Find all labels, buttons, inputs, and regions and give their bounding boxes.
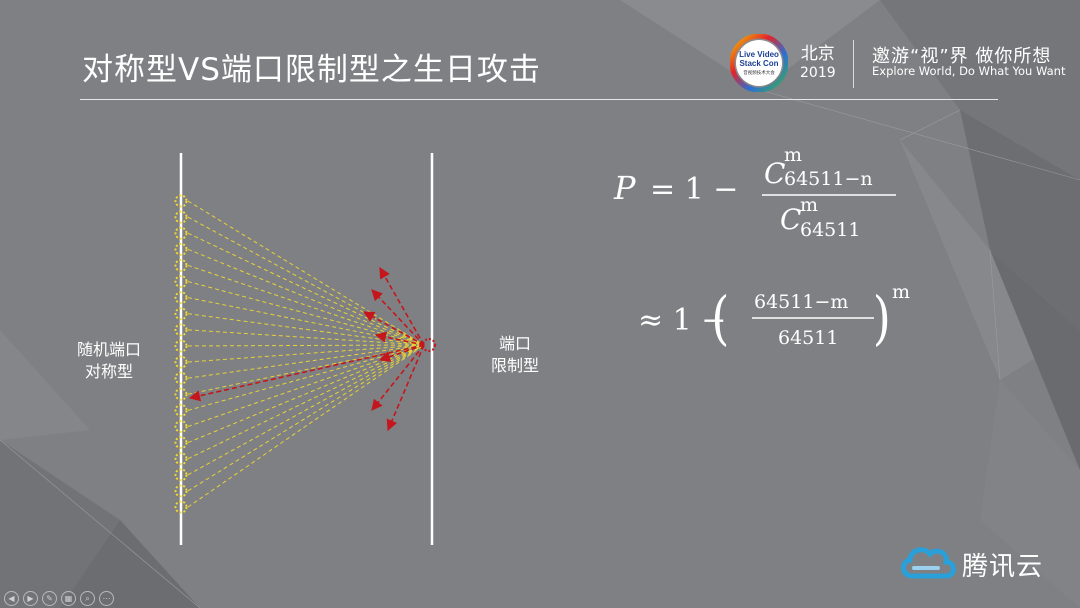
probe-line	[187, 343, 425, 379]
formula-num-sub: 64511−n	[784, 168, 873, 190]
pen-icon[interactable]: ✎	[42, 591, 57, 606]
next-icon[interactable]: ▶	[23, 591, 38, 606]
probe-line	[187, 281, 425, 347]
symmetric-label: 随机端口 对称型	[64, 339, 154, 383]
symmetric-label-line2: 对称型	[84, 362, 133, 381]
probe-line	[187, 343, 425, 411]
port-restricted-label: 端口 限制型	[478, 333, 552, 377]
right-paren: )	[873, 285, 891, 352]
event-location: 北京 2019	[800, 44, 836, 82]
dashed-probe-lines	[187, 200, 425, 508]
formula-eq: = 1 −	[650, 172, 738, 207]
probe-line	[187, 232, 425, 346]
probe-line	[187, 344, 425, 476]
more-icon[interactable]: ⋯	[99, 591, 114, 606]
logo-text-line1: Live Video	[739, 50, 779, 59]
probe-line	[187, 344, 425, 427]
formula-num-c: C	[764, 157, 785, 190]
formula-den-sup: m	[800, 194, 818, 216]
probe-line	[187, 248, 425, 346]
header-separator	[853, 40, 854, 88]
logo-text-line2: Stack Con	[739, 59, 778, 68]
red-probe-arrows	[188, 267, 425, 432]
probability-formula: P = 1 − C m 64511−n C m 64511	[613, 145, 896, 241]
probe-line	[187, 313, 425, 347]
slides-icon[interactable]: ▦	[61, 591, 76, 606]
brand-name: 腾讯云	[962, 552, 1044, 582]
slideshow-controls: ◀ ▶ ✎ ▦ ⌕ ⋯	[4, 588, 118, 606]
formula-num-sup: m	[784, 145, 802, 166]
port-restricted-label-line2: 限制型	[490, 356, 539, 375]
formula-p: P	[613, 169, 636, 207]
zoom-icon[interactable]: ⌕	[80, 591, 95, 606]
probe-line	[187, 200, 425, 346]
left-paren: (	[711, 285, 729, 352]
probe-line	[187, 344, 425, 492]
tencent-cloud-logo-icon	[901, 547, 956, 579]
title-divider	[80, 99, 998, 100]
approximation-formula: ≈ 1 − ( 64511−m 64511 ) m	[638, 281, 910, 352]
red-probe-arrow	[371, 344, 425, 411]
approx-exp: m	[892, 281, 910, 303]
logo-text-line3: 音视频技术大会	[743, 69, 775, 76]
formula-den-c: C	[780, 203, 801, 236]
port-restricted-label-line1: 端口	[498, 334, 531, 353]
slogan-english: Explore World, Do What You Want	[872, 64, 1066, 78]
symmetric-label-line1: 随机端口	[76, 340, 141, 359]
formula-den-sub: 64511	[800, 219, 860, 241]
approx-num: 64511−m	[754, 291, 848, 313]
prev-icon[interactable]: ◀	[4, 591, 19, 606]
red-probe-arrow	[386, 344, 425, 432]
approx-den: 64511	[778, 327, 838, 349]
event-year: 2019	[800, 65, 836, 81]
slide-title: 对称型VS端口限制型之生日攻击	[82, 52, 541, 88]
probe-line	[187, 342, 425, 348]
event-city: 北京	[800, 44, 835, 64]
conference-logo-icon: Live Video Stack Con 音视频技术大会	[730, 34, 788, 92]
